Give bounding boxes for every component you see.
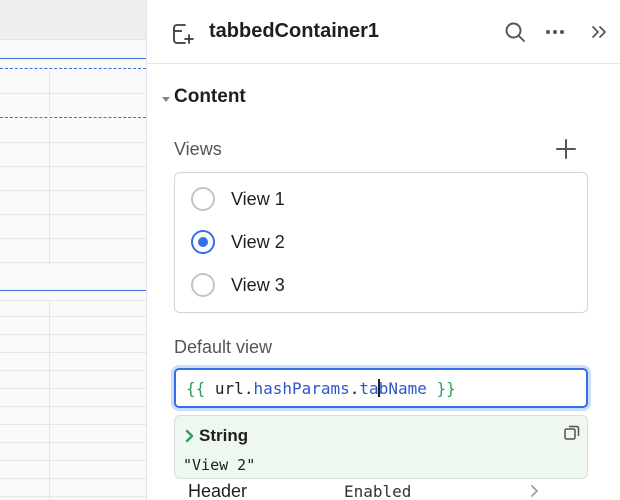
- code-property-2b: bName: [378, 379, 427, 398]
- more-horizontal-icon[interactable]: [543, 20, 567, 44]
- chevron-right-icon[interactable]: [184, 429, 196, 443]
- inspector-header: tabbedContainer1: [147, 0, 620, 64]
- default-view-input[interactable]: {{ url.hashParams.tabName }}: [174, 368, 588, 408]
- container-border-bottom: [0, 290, 146, 291]
- chevron-right-icon[interactable]: [530, 485, 540, 497]
- code-property-1: hashParams: [253, 379, 350, 398]
- views-list: View 1 View 2 View 3: [174, 172, 588, 313]
- views-label: Views: [174, 139, 222, 159]
- view-item-2[interactable]: View 2: [175, 222, 587, 262]
- copy-icon[interactable]: [563, 424, 581, 442]
- search-icon[interactable]: [503, 20, 527, 44]
- container-border-top: [0, 58, 146, 59]
- header-setting-row[interactable]: Header Enabled: [174, 479, 588, 500]
- view-item-1[interactable]: View 1: [175, 179, 587, 219]
- header-setting-label: Header: [188, 481, 248, 500]
- add-container-icon: [173, 24, 194, 44]
- evaluation-preview: String "View 2": [174, 415, 588, 479]
- view-item-3[interactable]: View 3: [175, 265, 587, 305]
- view-label-2: View 2: [231, 232, 285, 252]
- default-view-label: Default view: [174, 337, 273, 357]
- add-view-button[interactable]: [555, 138, 577, 160]
- evaluation-value: "View 2": [183, 456, 256, 474]
- editor-canvas: [0, 0, 146, 500]
- component-name[interactable]: tabbedContainer1: [209, 20, 379, 43]
- code-open-brace: {{: [186, 379, 206, 398]
- caret-down-icon[interactable]: [161, 94, 171, 104]
- view-radio-3[interactable]: [191, 273, 215, 297]
- view-label-3: View 3: [231, 275, 285, 295]
- code-object: url: [214, 379, 244, 398]
- chevrons-right-icon[interactable]: [587, 20, 611, 44]
- view-label-1: View 1: [231, 189, 285, 209]
- code-property-2a: ta: [359, 379, 379, 398]
- view-radio-2[interactable]: [191, 230, 215, 254]
- code-close-brace: }}: [436, 379, 456, 398]
- default-view-code[interactable]: {{ url.hashParams.tabName }}: [186, 379, 456, 398]
- selection-guide-bottom: [0, 117, 146, 118]
- canvas-toolbar: [0, 0, 146, 40]
- header-setting-value: Enabled: [344, 482, 412, 500]
- section-title-content[interactable]: Content: [174, 86, 246, 108]
- evaluation-type: String: [199, 426, 249, 445]
- selection-guide-top: [0, 68, 146, 69]
- view-radio-1[interactable]: [191, 187, 215, 211]
- inspector-panel: tabbedContainer1 Content Views View 1 Vi…: [146, 0, 620, 500]
